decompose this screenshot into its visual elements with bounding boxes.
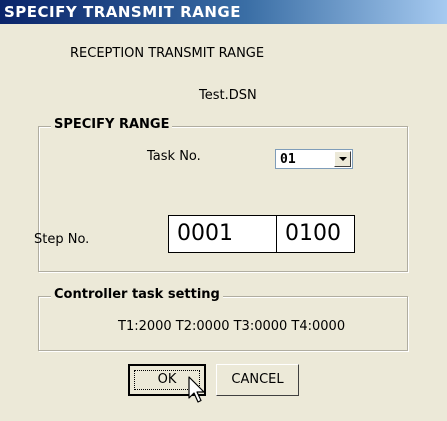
task-no-label: Task No. — [147, 149, 201, 164]
chevron-down-icon — [339, 157, 347, 161]
step-to-input[interactable]: 0100 — [276, 215, 355, 253]
step-no-label: Step No. — [34, 232, 90, 247]
title-bar[interactable]: SPECIFY TRANSMIT RANGE — [0, 0, 447, 24]
task-no-value: 01 — [280, 152, 296, 167]
controller-task-legend: Controller task setting — [51, 287, 223, 302]
specify-range-group: SPECIFY RANGE Task No. 01 Step No. 0001 … — [34, 117, 408, 272]
controller-task-group: Controller task setting T1:2000 T2:0000 … — [38, 287, 408, 351]
cancel-button[interactable]: CANCEL — [216, 364, 299, 396]
mouse-pointer-icon — [188, 376, 205, 403]
heading-label: RECEPTION TRANSMIT RANGE — [70, 46, 265, 61]
step-from-input[interactable]: 0001 — [168, 215, 277, 253]
dialog-window: SPECIFY TRANSMIT RANGE RECEPTION TRANSMI… — [0, 0, 447, 421]
task-dropdown-button[interactable] — [334, 151, 351, 167]
dialog-title: SPECIFY TRANSMIT RANGE — [4, 3, 241, 21]
specify-range-legend: SPECIFY RANGE — [51, 117, 173, 132]
controller-task-value: T1:2000 T2:0000 T3:0000 T4:0000 — [118, 319, 346, 334]
task-no-select[interactable]: 01 — [275, 149, 353, 169]
filename-label: Test.DSN — [199, 88, 257, 103]
